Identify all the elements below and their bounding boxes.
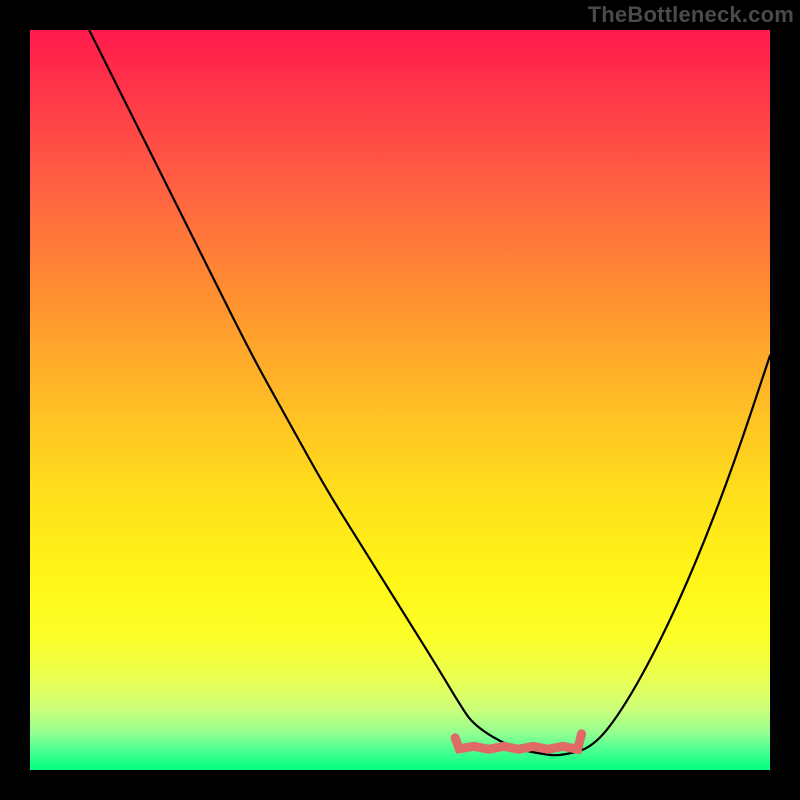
curve-svg	[30, 30, 770, 770]
watermark-text: TheBottleneck.com	[588, 2, 794, 28]
bottleneck-curve-path	[89, 30, 770, 755]
flat-bottom-marker-path	[455, 734, 581, 750]
plot-area	[30, 30, 770, 770]
chart-frame: TheBottleneck.com	[0, 0, 800, 800]
